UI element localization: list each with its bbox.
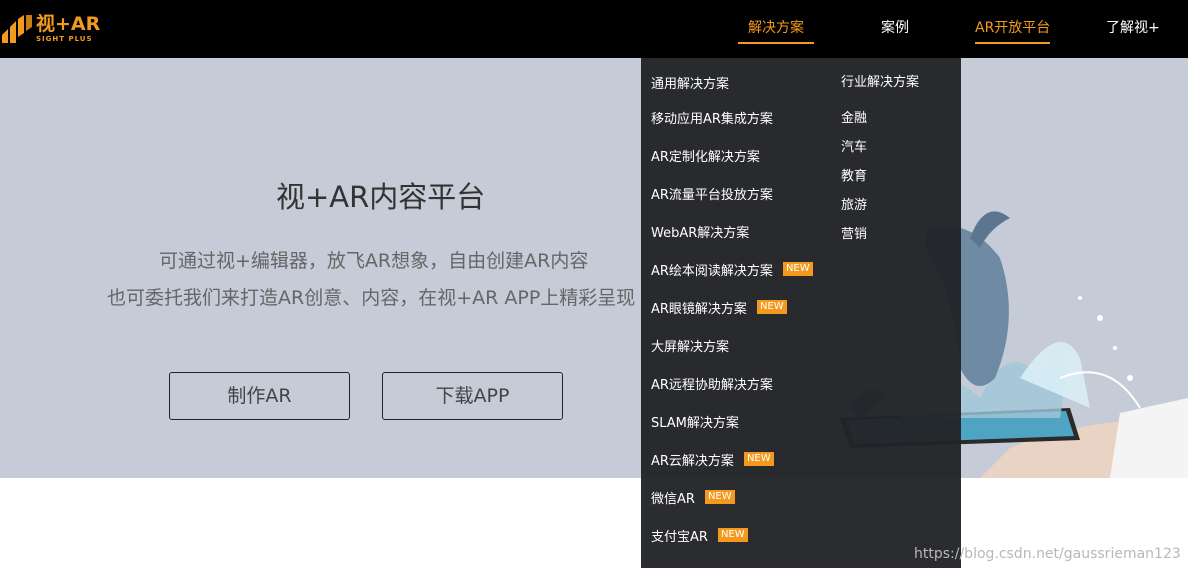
nav-about[interactable]: 了解视+ [1106,0,1160,58]
menu-item-large-screen[interactable]: 大屏解决方案 [651,336,729,355]
nav-ar-open-platform-label: AR开放平台 [975,20,1051,36]
brand-tagline: SIGHT PLUS [36,35,93,43]
menu-item-general-solutions[interactable]: 通用解决方案 [651,73,729,92]
new-badge: NEW [782,262,813,276]
menu-item-ar-cloud[interactable]: AR云解决方案 NEW [651,450,774,469]
menu-item-ar-traffic-platform[interactable]: AR流量平台投放方案 [651,184,773,203]
menu-item-tourism[interactable]: 旅游 [841,197,867,215]
menu-item-ar-glasses[interactable]: AR眼镜解决方案 NEW [651,298,787,317]
menu-item-automotive[interactable]: 汽车 [841,139,867,157]
nav-about-label: 了解视+ [1106,20,1160,36]
menu-item-slam[interactable]: SLAM解决方案 [651,412,739,431]
menu-item-marketing[interactable]: 营销 [841,226,867,244]
brand-name: 视+AR [36,13,101,35]
menu-item-alipay-ar[interactable]: 支付宝AR NEW [651,526,748,545]
menu-item-education[interactable]: 教育 [841,168,867,186]
nav-ar-open-platform[interactable]: AR开放平台 [975,0,1051,58]
nav-solutions-underline [738,42,814,44]
menu-item-industry-solutions[interactable]: 行业解决方案 [841,74,919,92]
make-ar-button[interactable]: 制作AR [169,372,350,420]
nav-cases-label: 案例 [881,20,909,36]
new-badge: NEW [717,528,748,542]
nav-solutions[interactable]: 解决方案 [738,0,814,58]
logo-mark-icon [2,15,32,43]
menu-item-wechat-ar[interactable]: 微信AR NEW [651,488,735,507]
watermark-text: https://blog.csdn.net/gaussrieman123 [914,546,1181,562]
menu-item-ar-picture-book[interactable]: AR绘本阅读解决方案 NEW [651,260,813,279]
new-badge: NEW [756,300,787,314]
menu-item-webar[interactable]: WebAR解决方案 [651,222,749,241]
hero-title: 视+AR内容平台 [276,180,486,214]
brand-logo[interactable]: 视+AR SIGHT PLUS [0,12,100,46]
menu-item-ar-customization[interactable]: AR定制化解决方案 [651,146,760,165]
nav-ar-open-platform-underline [975,42,1051,44]
hero-description-line-2: 也可委托我们来打造AR创意、内容，在视+AR APP上精彩呈现 [107,287,636,309]
menu-item-ar-remote-assist[interactable]: AR远程协助解决方案 [651,374,773,393]
menu-item-mobile-app-ar[interactable]: 移动应用AR集成方案 [651,108,773,127]
download-app-button[interactable]: 下载APP [382,372,563,420]
nav-cases[interactable]: 案例 [881,0,909,58]
hero-description-line-1: 可通过视+编辑器，放飞AR想象，自由创建AR内容 [159,250,589,272]
nav-solutions-label: 解决方案 [748,20,804,36]
top-nav-bar: 视+AR SIGHT PLUS 解决方案 案例 AR开放平台 了解视+ [0,0,1188,58]
solutions-dropdown-menu: 通用解决方案 移动应用AR集成方案 AR定制化解决方案 AR流量平台投放方案 W… [641,58,961,568]
new-badge: NEW [704,490,735,504]
new-badge: NEW [743,452,774,466]
menu-item-finance[interactable]: 金融 [841,110,867,128]
hero-section: 视+AR内容平台 可通过视+编辑器，放飞AR想象，自由创建AR内容 也可委托我们… [0,58,1188,478]
